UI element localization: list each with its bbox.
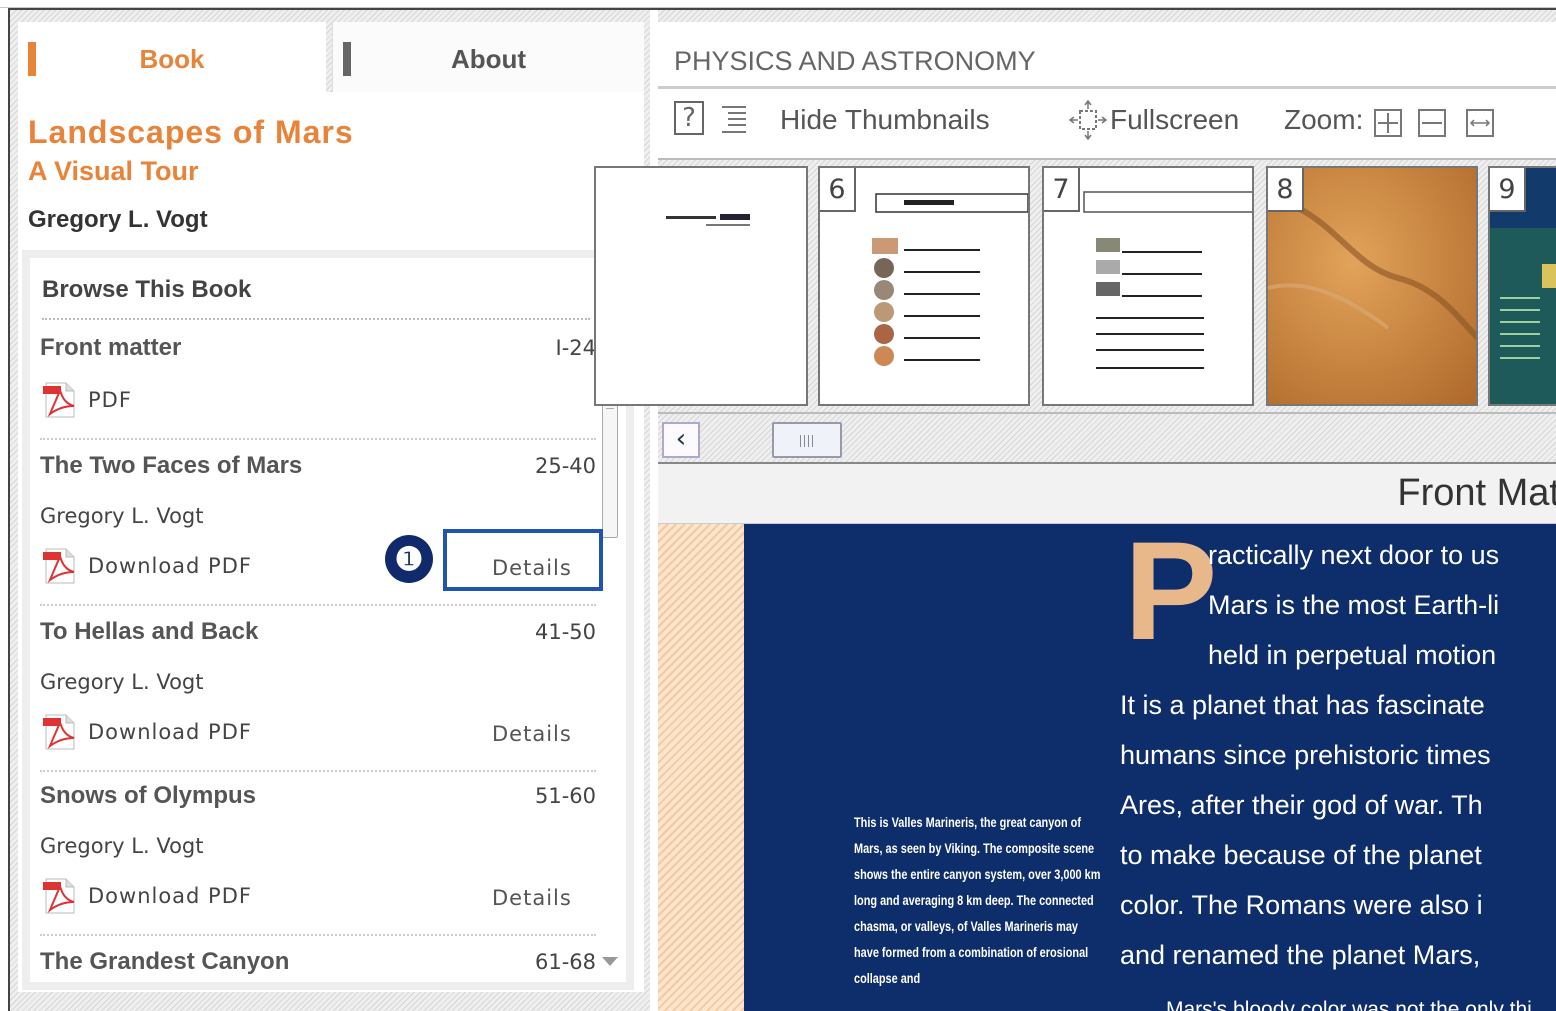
chevron-left-icon[interactable]: ‹	[662, 422, 700, 458]
table-of-contents-icon[interactable]	[718, 103, 748, 135]
pdf-link-label: PDF	[88, 388, 132, 412]
chapter-title[interactable]: Snows of Olympus	[40, 782, 256, 810]
thumbnail-number: 9	[1490, 168, 1526, 212]
toc-entry: Front matter I-24 PDF	[40, 334, 596, 444]
body-text-line: ractically next door to us	[1208, 540, 1500, 570]
horizontal-scrollbar-thumb[interactable]	[772, 422, 842, 458]
chapter-author: Gregory L. Vogt	[40, 834, 204, 858]
zoom-out-icon[interactable]	[1418, 109, 1446, 137]
toc-entry: To Hellas and Back 41-50 Gregory L. Vogt…	[40, 618, 596, 778]
body-text-line: Ares, after their god of war. Th	[1120, 790, 1483, 820]
chapter-title[interactable]: The Grandest Canyon	[40, 948, 289, 976]
pdf-icon	[40, 380, 80, 420]
thumbnail-page-9[interactable]: 9	[1488, 166, 1556, 406]
body-text-line: to make because of the planet	[1120, 840, 1482, 870]
divider	[42, 318, 590, 320]
tab-about[interactable]: About	[332, 22, 644, 92]
chapter-title[interactable]: To Hellas and Back	[40, 618, 258, 646]
divider	[40, 438, 596, 440]
book-subtitle: A Visual Tour	[28, 156, 199, 186]
figure-caption: This is Valles Marineris, the great cany…	[854, 814, 1101, 986]
chapter-title[interactable]: The Two Faces of Mars	[40, 452, 302, 480]
body-text-line: Mars is the most Earth-li	[1208, 590, 1500, 620]
chapter-author: Gregory L. Vogt	[40, 670, 204, 694]
book-title: Landscapes of Mars	[28, 114, 354, 150]
download-pdf-label: Download PDF	[88, 554, 252, 578]
body-text-line: It is a planet that has fascinate	[1120, 690, 1485, 720]
tab-book-indicator	[28, 42, 36, 76]
browse-box: Browse This Book Front matter I-24 PDF T…	[22, 250, 634, 990]
top-strip	[0, 0, 1556, 8]
help-icon-glyph: ?	[682, 103, 696, 133]
browse-heading: Browse This Book	[42, 276, 252, 303]
toc-entry: The Grandest Canyon 61-68	[40, 948, 596, 982]
download-pdf-label: Download PDF	[88, 720, 252, 744]
pdf-icon	[40, 876, 80, 916]
body-text-line: held in perpetual motion	[1208, 640, 1497, 670]
drop-cap: P	[1124, 524, 1218, 669]
zoom-in-icon[interactable]	[1374, 109, 1402, 137]
chapter-title[interactable]: Front matter	[40, 334, 181, 362]
callout-highlight-box	[443, 529, 603, 591]
page-range: 41-50	[534, 620, 596, 644]
pdf-icon	[40, 712, 80, 752]
page-range: 25-40	[534, 454, 596, 478]
tab-about-label: About	[450, 44, 527, 74]
divider	[40, 770, 596, 772]
thumbnail-page-6[interactable]: 6	[818, 166, 1030, 406]
thumbnail-number: 8	[1268, 168, 1304, 212]
page-range: 51-60	[534, 784, 596, 808]
page-margin-pattern	[658, 524, 744, 1011]
fullscreen-icon[interactable]	[1068, 97, 1108, 157]
help-icon[interactable]: ?	[674, 101, 704, 135]
download-pdf-link[interactable]: Download PDF	[40, 876, 252, 916]
fit-width-icon[interactable]	[1466, 109, 1494, 137]
zoom-label: Zoom:	[1284, 104, 1364, 135]
hide-thumbnails-button[interactable]: Hide Thumbnails	[780, 97, 990, 143]
body-text-line: Mars's bloody color was not the only thi	[1166, 998, 1532, 1011]
download-pdf-label: Download PDF	[88, 884, 252, 908]
pdf-link[interactable]: PDF	[40, 380, 132, 420]
book-author: Gregory L. Vogt	[28, 206, 208, 233]
category-title: PHYSICS AND ASTRONOMY	[658, 22, 1556, 92]
thumbnail-number: 6	[820, 168, 856, 212]
scroll-down-arrow-icon[interactable]	[602, 957, 618, 966]
section-header: Front Mat	[658, 462, 1556, 524]
tab-book-label: Book	[139, 44, 205, 74]
thumbnail-page[interactable]	[594, 166, 808, 406]
download-pdf-link[interactable]: Download PDF	[40, 546, 252, 586]
thumbnail-number: 7	[1044, 168, 1080, 212]
toc-entry: Snows of Olympus 51-60 Gregory L. Vogt D…	[40, 782, 596, 942]
body-text-line: humans since prehistoric times	[1120, 740, 1491, 770]
details-link[interactable]: Details	[492, 722, 572, 746]
section-title: Front Mat	[1397, 472, 1556, 514]
pdf-icon	[40, 546, 80, 586]
page-range: 61-68	[534, 950, 596, 974]
thumbnail-page-8[interactable]: 8	[1266, 166, 1478, 406]
download-pdf-link[interactable]: Download PDF	[40, 712, 252, 752]
tab-about-indicator	[343, 42, 351, 76]
thumbnail-strip: 6 7 8 9	[594, 158, 1556, 414]
left-panel: Book About Landscapes of Mars A Visual T…	[10, 10, 650, 1011]
callout-number: ❶	[385, 535, 433, 583]
page-range: I-24	[555, 336, 597, 360]
divider	[40, 934, 596, 936]
viewer-toolbar: ? Hide Thumbnails Fullscreen Zoom:	[658, 86, 1556, 158]
body-text-line: color. The Romans were also i	[1120, 890, 1483, 920]
details-link[interactable]: Details	[492, 886, 572, 910]
thumbnail-page-7[interactable]: 7	[1042, 166, 1254, 406]
divider	[40, 604, 596, 606]
tab-book[interactable]: Book	[18, 22, 326, 92]
fullscreen-button[interactable]: Fullscreen	[1110, 97, 1239, 143]
viewer-panel: PHYSICS AND ASTRONOMY ? Hide Thumbnails …	[594, 10, 1556, 1011]
page-view: P ractically next door to us Mars is the…	[658, 524, 1556, 1011]
horizontal-scrollbar[interactable]: ‹	[658, 414, 1556, 464]
body-text-line: and renamed the planet Mars,	[1120, 940, 1481, 970]
chapter-author: Gregory L. Vogt	[40, 504, 204, 528]
